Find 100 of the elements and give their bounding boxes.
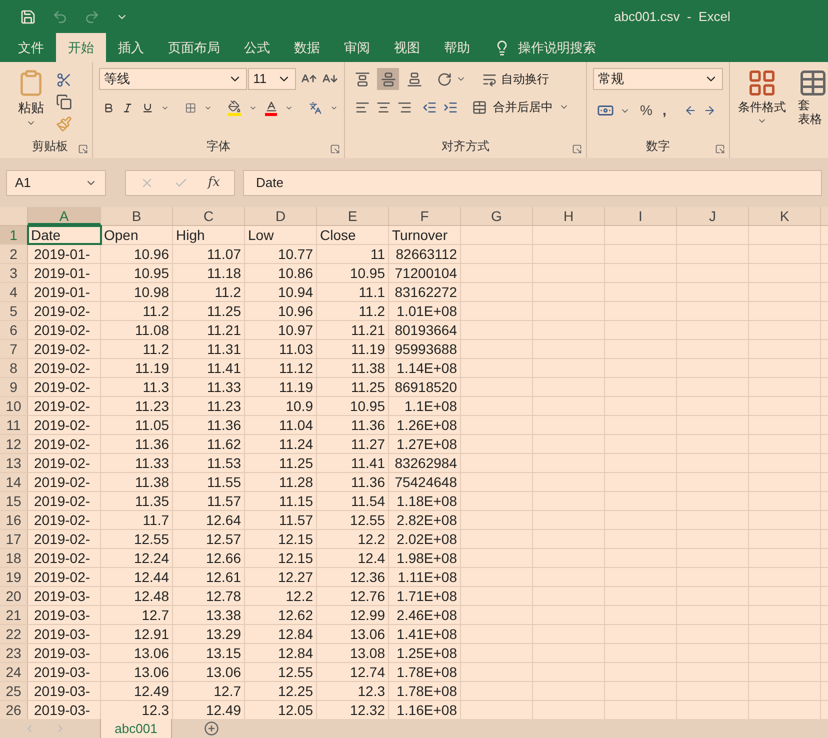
sheet-tab[interactable]: abc001 — [100, 719, 172, 738]
table-cell-text: 11.2 — [358, 302, 386, 320]
arrow-icon[interactable] — [684, 104, 698, 117]
percent-button[interactable]: % — [640, 100, 652, 121]
row-header[interactable]: 20 — [0, 587, 28, 605]
dialog-launcher-icon[interactable] — [572, 144, 582, 154]
table-cell-text: 11.25 — [350, 378, 386, 396]
row-header[interactable]: 6 — [0, 321, 28, 339]
increase-indent-icon[interactable] — [443, 100, 458, 114]
borders-icon[interactable] — [184, 101, 196, 115]
table-cell-text: 12.2 — [284, 587, 314, 605]
fill-color-icon[interactable] — [228, 100, 241, 116]
menu-tab[interactable]: 页面布局 — [156, 33, 232, 62]
menu-tab[interactable]: 公式 — [232, 33, 282, 62]
row-header[interactable]: 16 — [0, 511, 28, 529]
row-header[interactable]: 14 — [0, 473, 28, 491]
table-cell-text: 12.7 — [140, 606, 170, 624]
font-size-field[interactable]: 11 — [248, 68, 296, 90]
wrap-text-icon[interactable] — [482, 72, 498, 86]
wrap-text-label[interactable]: 自动换行 — [501, 70, 550, 88]
table-cell-text: 2019-02- — [33, 549, 92, 567]
row-header[interactable]: 24 — [0, 663, 28, 681]
underline-icon[interactable] — [142, 101, 153, 115]
column-header[interactable]: E — [317, 207, 389, 225]
formula-field[interactable]: Date — [243, 170, 822, 196]
name-box[interactable]: A1 — [6, 170, 106, 196]
table-cell-text: 11.41 — [206, 359, 242, 377]
row-header[interactable]: 21 — [0, 606, 28, 624]
add-sheet-icon[interactable] — [204, 721, 219, 736]
phonetic-icon[interactable] — [309, 100, 322, 116]
align-right-icon[interactable] — [397, 100, 412, 114]
merge-icon[interactable] — [472, 100, 488, 114]
menu-tab[interactable]: 开始 — [56, 33, 106, 62]
menu-tab[interactable]: 文件 — [6, 33, 56, 62]
column-header[interactable]: D — [245, 207, 317, 225]
font-name-field[interactable]: 等线 — [99, 68, 248, 90]
menu-tab[interactable]: 帮助 — [432, 33, 482, 62]
row-header[interactable]: 26 — [0, 701, 28, 719]
save-icon[interactable] — [20, 8, 36, 24]
menu-tab[interactable]: 视图 — [382, 33, 432, 62]
row-header[interactable]: 13 — [0, 454, 28, 472]
table-cell-text: 13.06 — [132, 644, 170, 662]
row-header[interactable]: 8 — [0, 359, 28, 377]
column-header[interactable]: H — [533, 207, 605, 225]
row-header[interactable]: 12 — [0, 435, 28, 453]
paste-button[interactable]: 粘贴 — [14, 68, 48, 132]
table-cell-text: 12.76 — [348, 587, 386, 605]
row-header[interactable]: 22 — [0, 625, 28, 643]
menu-tab[interactable]: 审阅 — [332, 33, 382, 62]
conditional-format-button[interactable]: 条件格式 — [738, 68, 786, 126]
menu-tab[interactable]: 数据 — [282, 33, 332, 62]
align-left-icon[interactable] — [355, 100, 370, 114]
row-header[interactable]: 10 — [0, 397, 28, 415]
vertical-align-button[interactable] — [377, 68, 400, 90]
menu-tab[interactable]: 插入 — [106, 33, 156, 62]
table-cell-text: Close — [319, 226, 357, 244]
column-header[interactable]: C — [173, 207, 245, 225]
decrease-indent-icon[interactable] — [422, 100, 438, 114]
table-cell-text: 1.18E+08 — [396, 492, 458, 510]
column-header[interactable]: G — [461, 207, 533, 225]
column-header[interactable]: J — [677, 207, 749, 225]
column-header[interactable]: B — [101, 207, 173, 225]
table-cell-text: 2019-01- — [33, 264, 92, 282]
row-header[interactable]: 9 — [0, 378, 28, 396]
font-color-icon[interactable] — [264, 100, 278, 116]
cut-icon[interactable] — [56, 72, 72, 88]
dialog-launcher-icon[interactable] — [330, 144, 340, 154]
italic-icon[interactable] — [122, 101, 134, 115]
table-cell-text: 11.18 — [206, 264, 242, 282]
insert-function-button[interactable]: fx — [208, 173, 220, 193]
row-header[interactable]: 3 — [0, 264, 28, 282]
copy-icon[interactable] — [56, 94, 72, 110]
table-format-button[interactable]: 套 表格 — [798, 68, 828, 126]
row-header[interactable]: 5 — [0, 302, 28, 320]
row-header[interactable]: 19 — [0, 568, 28, 586]
dialog-launcher-icon[interactable] — [715, 144, 725, 154]
column-header[interactable]: F — [389, 207, 461, 225]
row-header[interactable]: 7 — [0, 340, 28, 358]
row-header[interactable]: 18 — [0, 549, 28, 567]
row-header[interactable]: 11 — [0, 416, 28, 434]
row-header[interactable]: 17 — [0, 530, 28, 548]
row-header[interactable]: 15 — [0, 492, 28, 510]
bold-icon[interactable] — [103, 101, 114, 115]
number-format-field[interactable]: 常规 — [593, 68, 723, 90]
row-header[interactable]: 2 — [0, 245, 28, 263]
dialog-launcher-icon[interactable] — [78, 144, 88, 154]
column-header[interactable]: K — [749, 207, 821, 225]
orientation-icon[interactable] — [437, 72, 452, 86]
row-header[interactable]: 25 — [0, 682, 28, 700]
table-cell-text: 13.15 — [204, 644, 242, 662]
tell-me-search[interactable]: 操作说明搜索 — [518, 38, 596, 58]
table-cell-text: 10.77 — [276, 245, 314, 263]
arrow-icon[interactable] — [703, 104, 716, 117]
comma-button[interactable]: , — [662, 100, 666, 121]
merge-center-label[interactable]: 合并后居中 — [493, 98, 554, 116]
table-cell-text: 1.16E+08 — [396, 701, 458, 719]
column-header[interactable]: I — [605, 207, 677, 225]
row-header[interactable]: 23 — [0, 644, 28, 662]
align-center-icon[interactable] — [376, 100, 392, 114]
row-header[interactable]: 4 — [0, 283, 28, 301]
